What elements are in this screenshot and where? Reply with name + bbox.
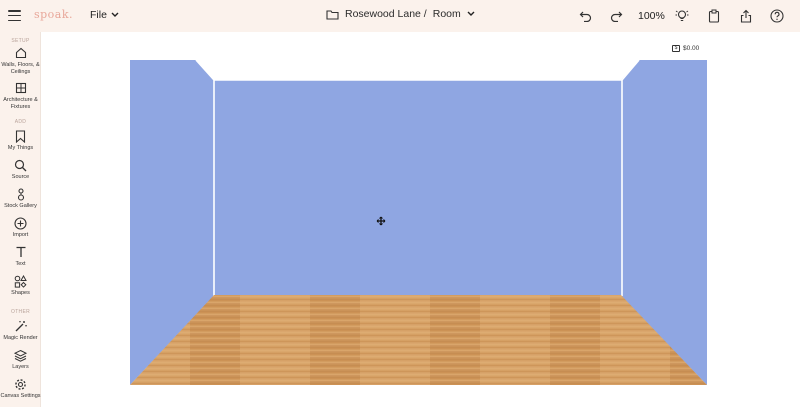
ceiling (196, 60, 639, 80)
floor[interactable] (130, 295, 707, 385)
room-scene[interactable] (0, 0, 800, 407)
back-wall[interactable] (214, 80, 621, 295)
